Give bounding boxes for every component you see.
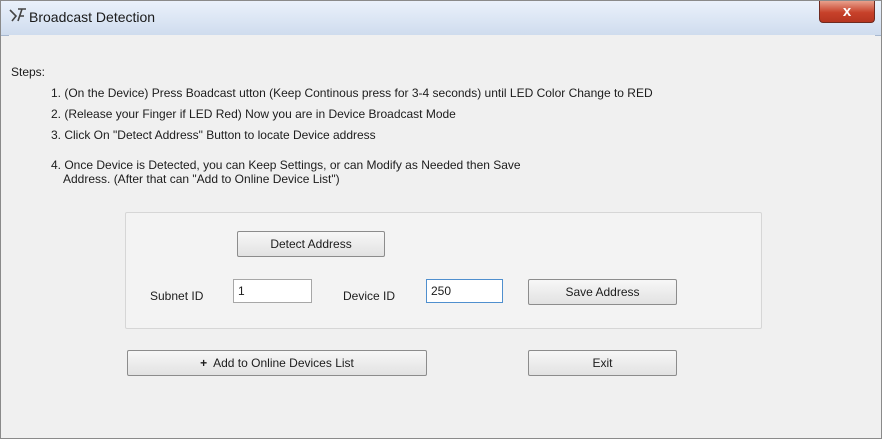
add-icon: +: [200, 356, 208, 370]
steps-heading: Steps:: [11, 65, 46, 79]
save-address-button[interactable]: Save Address: [528, 279, 677, 305]
subnet-id-label: Subnet ID: [150, 289, 204, 303]
add-to-online-devices-label: Add to Online Devices List: [213, 356, 354, 370]
step-3-text: 3. Click On "Detect Address" Button to l…: [51, 128, 376, 142]
broadcast-detection-window: Broadcast Detection x Steps: 1. (On the …: [0, 0, 882, 439]
app-icon: [9, 8, 26, 22]
add-to-online-devices-button[interactable]: + Add to Online Devices List: [127, 350, 427, 376]
title-bar: Broadcast Detection x: [1, 1, 881, 36]
device-id-label: Device ID: [343, 289, 396, 303]
step-4-text: 4. Once Device is Detected, you can Keep…: [51, 158, 521, 172]
address-settings-panel: Detect Address Subnet ID Device ID Save …: [125, 212, 762, 329]
step-2-text: 2. (Release your Finger if LED Red) Now …: [51, 107, 456, 121]
detect-address-button[interactable]: Detect Address: [237, 231, 385, 257]
close-button[interactable]: x: [819, 1, 875, 23]
exit-button[interactable]: Exit: [528, 350, 677, 376]
step-1-text: 1. (On the Device) Press Boadcast utton …: [51, 86, 653, 100]
step-4-text-continued: Address. (After that can "Add to Online …: [63, 172, 340, 186]
window-title: Broadcast Detection: [29, 9, 156, 25]
device-id-field[interactable]: [426, 279, 503, 303]
subnet-id-field[interactable]: [233, 279, 312, 303]
